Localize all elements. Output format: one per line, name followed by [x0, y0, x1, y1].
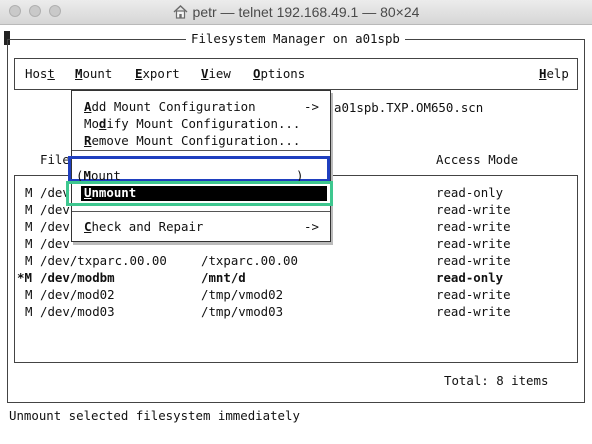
row-device: /dev	[40, 219, 70, 234]
row-device: /dev/modbm	[40, 270, 115, 285]
menu-item-add-mount-configuration[interactable]: Add Mount Configuration	[84, 98, 256, 115]
menu-divider	[72, 211, 330, 212]
row-flag: M	[25, 236, 33, 251]
menu-item-remove-mount-configuration[interactable]: Remove Mount Configuration...	[84, 132, 300, 149]
menu-help[interactable]: Help	[539, 65, 569, 82]
app-title: Filesystem Manager on a01spb	[186, 30, 405, 47]
menu-options[interactable]: Options	[253, 65, 305, 82]
window-title: petr — telnet 192.168.49.1 — 80×24	[0, 4, 592, 20]
row-flag: M	[25, 287, 33, 302]
row-mode: read-only	[436, 185, 504, 200]
row-flag: *M	[17, 270, 32, 285]
row-flag: M	[25, 185, 33, 200]
row-mountpoint: /mnt/d	[201, 270, 246, 285]
row-mode: read-write	[436, 236, 511, 251]
status-line: Unmount selected filesystem immediately	[9, 408, 300, 423]
terminal[interactable]: Filesystem Manager on a01spb Host Mount …	[0, 25, 592, 444]
row-mode: read-write	[436, 202, 511, 217]
row-mode: read-write	[436, 304, 511, 319]
row-flag: M	[25, 202, 33, 217]
row-device: /dev/mod02	[40, 287, 115, 302]
menu-divider	[72, 150, 330, 151]
row-mountpoint: /tmp/vmod03	[201, 304, 284, 319]
menu-host[interactable]: Host	[25, 65, 55, 82]
row-mode: read-only	[436, 270, 504, 285]
submenu-arrow: ->	[304, 219, 319, 234]
menu-item-unmount[interactable]: Unmount	[84, 184, 136, 201]
column-header-file: File	[40, 152, 70, 167]
menu-mount[interactable]: Mount	[75, 65, 112, 82]
column-header-access-mode: Access Mode	[436, 152, 519, 167]
row-mode: read-write	[436, 253, 511, 268]
row-device: /dev	[40, 236, 70, 251]
row-mountpoint: /tmp/vmod02	[201, 287, 284, 302]
row-mountpoint: /txparc.00.00	[201, 253, 298, 268]
title-bar: petr — telnet 192.168.49.1 — 80×24	[0, 0, 592, 25]
menu-item-modify-mount-configuration[interactable]: Modify Mount Configuration...	[84, 115, 300, 132]
total-count: Total: 8 items	[444, 373, 549, 388]
row-flag: M	[25, 304, 33, 319]
row-mode: read-write	[436, 287, 511, 302]
menu-view[interactable]: View	[201, 65, 231, 82]
row-device: /dev/mod03	[40, 304, 115, 319]
row-device: /dev/txparc.00.00	[40, 253, 167, 268]
menu-export[interactable]: Export	[135, 65, 180, 82]
row-flag: M	[25, 219, 33, 234]
status-separator	[7, 402, 585, 403]
row-mode: read-write	[436, 219, 511, 234]
row-flag: M	[25, 253, 33, 268]
home-icon	[173, 5, 188, 19]
submenu-arrow: ->	[304, 99, 319, 114]
config-filename: a01spb.TXP.OM650.scn	[334, 100, 484, 115]
menu-item-check-and-repair[interactable]: Check and Repair	[84, 218, 203, 235]
window-title-text: petr — telnet 192.168.49.1 — 80×24	[192, 4, 420, 20]
